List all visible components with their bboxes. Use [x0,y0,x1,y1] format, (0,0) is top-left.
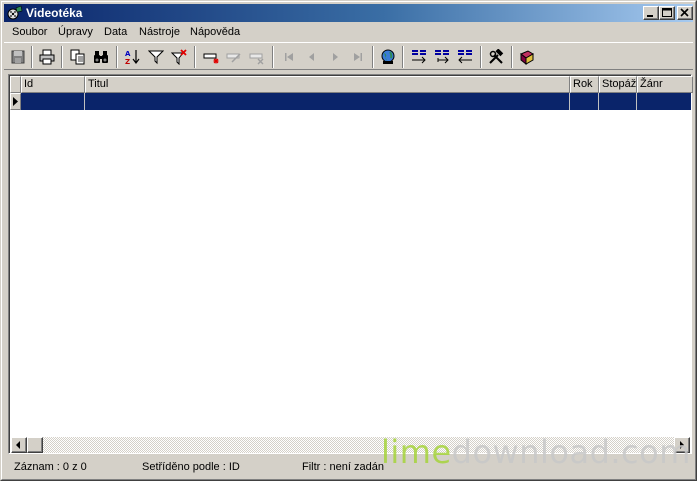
delete-record-icon [249,53,264,65]
printer-icon [39,49,55,65]
row-indicator[interactable] [10,93,21,110]
copy-icon [70,49,85,65]
save-button[interactable] [7,46,29,68]
last-record-button[interactable] [347,46,369,68]
prev-record-button[interactable] [301,46,323,68]
window-title: Videotéka [26,6,83,20]
cell-titul[interactable] [85,93,570,110]
next-record-button[interactable] [324,46,346,68]
new-record-button[interactable] [200,46,222,68]
toolbar-separator [372,46,374,68]
maximize-icon [662,8,672,17]
svg-text:Z: Z [125,58,130,65]
columns-right-icon [458,50,472,64]
toolbar-separator [61,46,63,68]
current-row-arrow-icon [13,97,18,106]
delete-record-button[interactable] [246,46,268,68]
columns-right-button[interactable] [454,46,476,68]
find-button[interactable] [90,46,112,68]
data-grid[interactable]: Id Titul Rok Stopáž Žánr [8,74,693,454]
toolbar-separator [31,46,33,68]
binoculars-icon [94,51,108,63]
film-reel-icon [7,5,23,20]
menu-data[interactable]: Data [104,26,127,38]
status-bar: Záznam : 0 z 0 Setříděno podle : ID Filt… [4,457,693,477]
column-header-zanr[interactable]: Žánr [637,76,693,93]
close-button[interactable] [677,6,693,20]
svg-text:A: A [125,50,131,58]
sort-az-icon: AZ [125,50,140,65]
filter-button[interactable] [145,46,167,68]
columns-center-button[interactable] [431,46,453,68]
close-icon [680,8,689,17]
tools-button[interactable] [485,46,507,68]
globe-icon [381,49,395,64]
save-icon [11,50,25,64]
sort-button[interactable]: AZ [122,46,144,68]
first-record-button[interactable] [278,46,300,68]
print-button[interactable] [36,46,58,68]
prev-record-icon [309,53,314,61]
cell-id[interactable] [21,93,85,110]
last-record-icon [354,53,362,61]
scroll-thumb[interactable] [27,437,43,453]
grid-inner: Id Titul Rok Stopáž Žánr [9,75,693,453]
menu-upravy[interactable]: Úpravy [58,26,93,38]
toolbar-separator [511,46,513,68]
minimize-icon [647,15,653,17]
arrow-left-icon [16,441,20,449]
filter-icon [148,50,164,65]
first-record-icon [285,53,293,61]
toolbar-separator [272,46,274,68]
book-icon [520,50,534,65]
menu-nastroje[interactable]: Nástroje [139,26,180,38]
status-record-count: Záznam : 0 z 0 [14,461,87,473]
toolbar: AZ [4,42,693,70]
toolbar-separator [402,46,404,68]
columns-left-icon [412,50,426,64]
header-corner [10,76,21,93]
cell-stopaz[interactable] [599,93,637,110]
column-header-stopaz[interactable]: Stopáž [599,76,637,93]
edit-record-button[interactable] [223,46,245,68]
menu-bar: Soubor Úpravy Data Nástroje Nápověda [4,23,693,42]
table-row[interactable] [21,93,691,110]
toolbar-separator [480,46,482,68]
grid-header: Id Titul Rok Stopáž Žánr [10,76,693,93]
remove-filter-button[interactable] [168,46,190,68]
help-book-button[interactable] [516,46,538,68]
status-sorted-by: Setříděno podle : ID [142,461,240,473]
next-record-icon [333,53,338,61]
web-button[interactable] [377,46,399,68]
remove-filter-icon [171,49,187,65]
columns-center-icon [435,50,449,64]
title-bar[interactable]: Videotéka [4,4,693,22]
column-header-id[interactable]: Id [21,76,85,93]
column-header-rok[interactable]: Rok [570,76,599,93]
new-record-icon [203,53,219,64]
toolbar-separator [116,46,118,68]
column-header-titul[interactable]: Titul [85,76,570,93]
edit-record-icon [226,53,241,63]
cell-rok[interactable] [570,93,599,110]
minimize-button[interactable] [643,6,659,20]
copy-button[interactable] [67,46,89,68]
scroll-left-button[interactable] [11,437,27,453]
menu-napoveda[interactable]: Nápověda [190,26,240,38]
cell-zanr[interactable] [637,93,693,110]
main-window: Videotéka Soubor Úpravy Data Nástroje Ná… [0,0,697,481]
menu-soubor[interactable]: Soubor [12,26,47,38]
hammer-wrench-icon [489,49,504,64]
columns-left-button[interactable] [408,46,430,68]
toolbar-separator [194,46,196,68]
maximize-button[interactable] [659,6,675,20]
status-filter: Filtr : není zadán [302,461,384,473]
